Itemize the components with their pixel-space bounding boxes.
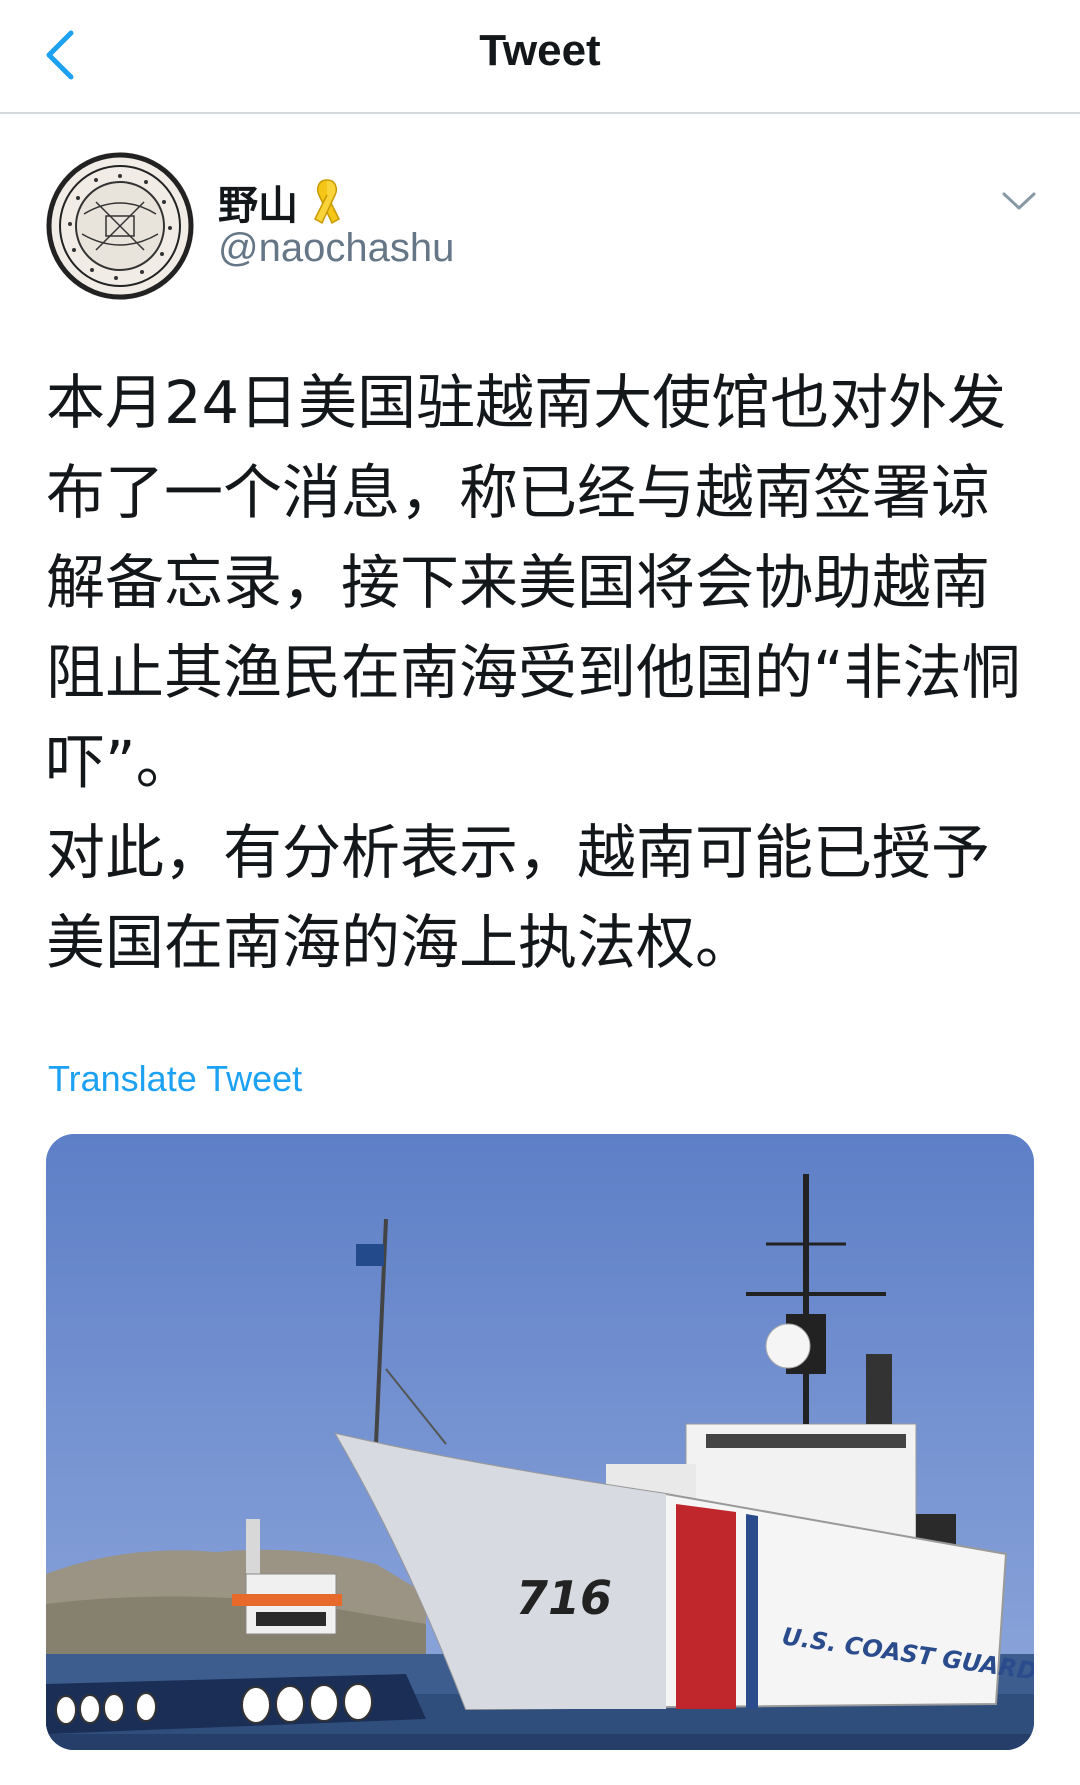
tweet-paragraph: 对此，有分析表示，越南可能已授予美国在南海的海上执法权。 [46,818,991,977]
top-bar: Tweet [0,0,1080,114]
chevron-down-icon [1002,192,1036,210]
seal-logo [46,152,194,300]
tweet-paragraph: 本月24日美国驻越南大使馆也对外发布了一个消息，称已经与越南签署谅解备忘录，接下… [46,368,1021,797]
tweet-photo[interactable]: 716 U.S. COAST GUARD [46,1134,1034,1750]
author-handle[interactable]: @naochashu [218,226,454,271]
translate-tweet-link[interactable]: Translate Tweet [48,1058,302,1100]
author-name[interactable]: 野山 [218,173,298,231]
hull-number: 716 [516,1571,612,1625]
author-row: 野山 [218,173,344,231]
tweet-body: 本月24日美国驻越南大使馆也对外发布了一个消息，称已经与越南签署谅解备忘录，接下… [46,358,1046,988]
yellow-ribbon-icon [314,179,340,225]
coast-guard-ship-image: 716 U.S. COAST GUARD [46,1134,1034,1750]
avatar[interactable] [46,152,194,300]
tweet-menu-button[interactable] [994,182,1044,222]
page-title: Tweet [479,26,601,75]
